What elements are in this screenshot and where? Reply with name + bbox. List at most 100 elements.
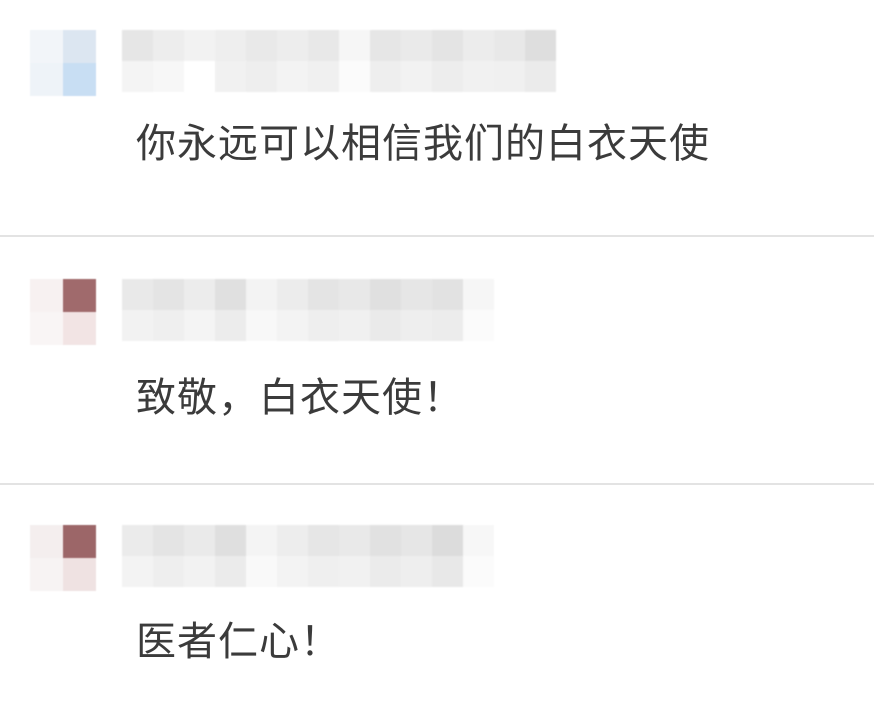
username-pixel	[463, 310, 494, 341]
avatar-pixel	[30, 312, 63, 345]
avatar-pixel	[30, 30, 63, 63]
username-pixel	[370, 279, 401, 310]
username-pixel	[122, 525, 153, 556]
username-pixel	[432, 30, 463, 61]
username-pixel	[370, 61, 401, 92]
username-pixel-column	[370, 525, 401, 587]
username-pixel	[215, 556, 246, 587]
username-pixel	[432, 525, 463, 556]
username-pixel-column	[308, 279, 339, 341]
username-pixel	[153, 61, 184, 92]
username-pixel	[308, 556, 339, 587]
username-pixel-column	[277, 279, 308, 341]
username-pixel-column	[463, 525, 494, 587]
username-pixel	[184, 310, 215, 341]
username-pixelated[interactable]	[122, 279, 494, 341]
username-pixel	[463, 525, 494, 556]
username-pixel-column	[525, 30, 556, 92]
username-pixel	[246, 556, 277, 587]
username-pixel-column	[339, 30, 370, 92]
username-pixel	[308, 310, 339, 341]
avatar-pixel	[63, 63, 96, 96]
username-pixel	[308, 525, 339, 556]
username-pixel	[432, 61, 463, 92]
username-pixel	[463, 279, 494, 310]
username-pixel-column	[153, 30, 184, 92]
username-pixel	[308, 279, 339, 310]
username-pixel-column	[494, 30, 525, 92]
username-pixel	[463, 556, 494, 587]
username-pixel-column	[401, 525, 432, 587]
comment-text: 你永远可以相信我们的白衣天使	[136, 121, 710, 167]
username-pixel	[153, 30, 184, 61]
username-pixel	[494, 30, 525, 61]
username-pixel	[153, 556, 184, 587]
username-pixel	[215, 310, 246, 341]
username-pixel-column	[401, 30, 432, 92]
avatar-pixel	[63, 279, 96, 312]
username-pixel	[339, 279, 370, 310]
username-pixel	[122, 30, 153, 61]
username-pixel	[215, 30, 246, 61]
avatar[interactable]	[30, 525, 96, 591]
username-pixel-column	[215, 30, 246, 92]
username-pixel	[153, 279, 184, 310]
username-pixel-column	[401, 279, 432, 341]
avatar[interactable]	[30, 279, 96, 345]
username-pixel	[215, 61, 246, 92]
username-pixel	[184, 279, 215, 310]
username-pixel-column	[339, 279, 370, 341]
username-pixel	[432, 279, 463, 310]
username-pixel-column	[463, 279, 494, 341]
username-pixel	[401, 310, 432, 341]
username-pixel	[525, 30, 556, 61]
username-pixel	[370, 525, 401, 556]
username-pixel	[184, 556, 215, 587]
avatar-pixel	[30, 525, 63, 558]
username-pixel	[277, 279, 308, 310]
username-pixel	[339, 310, 370, 341]
username-pixel-column	[122, 525, 153, 587]
username-pixel	[246, 310, 277, 341]
username-pixel	[308, 61, 339, 92]
username-pixel	[370, 556, 401, 587]
username-pixel-column	[184, 279, 215, 341]
username-pixel-column	[122, 279, 153, 341]
username-pixel	[122, 279, 153, 310]
username-pixel-column	[370, 279, 401, 341]
username-pixel	[153, 310, 184, 341]
username-pixel	[432, 310, 463, 341]
username-pixel-column	[215, 279, 246, 341]
username-pixel-column	[432, 279, 463, 341]
username-pixel-column	[246, 279, 277, 341]
username-pixel-column	[153, 525, 184, 587]
username-pixel	[463, 61, 494, 92]
username-pixel	[463, 30, 494, 61]
username-pixel	[184, 61, 215, 92]
username-pixel	[432, 556, 463, 587]
username-pixel	[122, 61, 153, 92]
username-pixelated[interactable]	[122, 30, 556, 92]
username-pixel-column	[215, 525, 246, 587]
username-pixel	[277, 30, 308, 61]
username-pixelated[interactable]	[122, 525, 494, 587]
avatar-pixel	[63, 558, 96, 591]
username-pixel-column	[153, 279, 184, 341]
username-pixel	[246, 279, 277, 310]
username-pixel-column	[308, 525, 339, 587]
username-pixel	[339, 556, 370, 587]
username-pixel	[215, 279, 246, 310]
username-pixel	[277, 310, 308, 341]
username-pixel	[277, 61, 308, 92]
avatar[interactable]	[30, 30, 96, 96]
comment-text: 致敬，白衣天使！	[136, 375, 464, 421]
username-pixel	[246, 525, 277, 556]
username-pixel-column	[246, 30, 277, 92]
username-pixel	[184, 30, 215, 61]
username-pixel	[246, 30, 277, 61]
username-pixel	[401, 61, 432, 92]
username-pixel	[339, 525, 370, 556]
username-pixel	[370, 30, 401, 61]
comment-item-2: 致敬，白衣天使！	[0, 237, 874, 484]
username-pixel-column	[277, 30, 308, 92]
